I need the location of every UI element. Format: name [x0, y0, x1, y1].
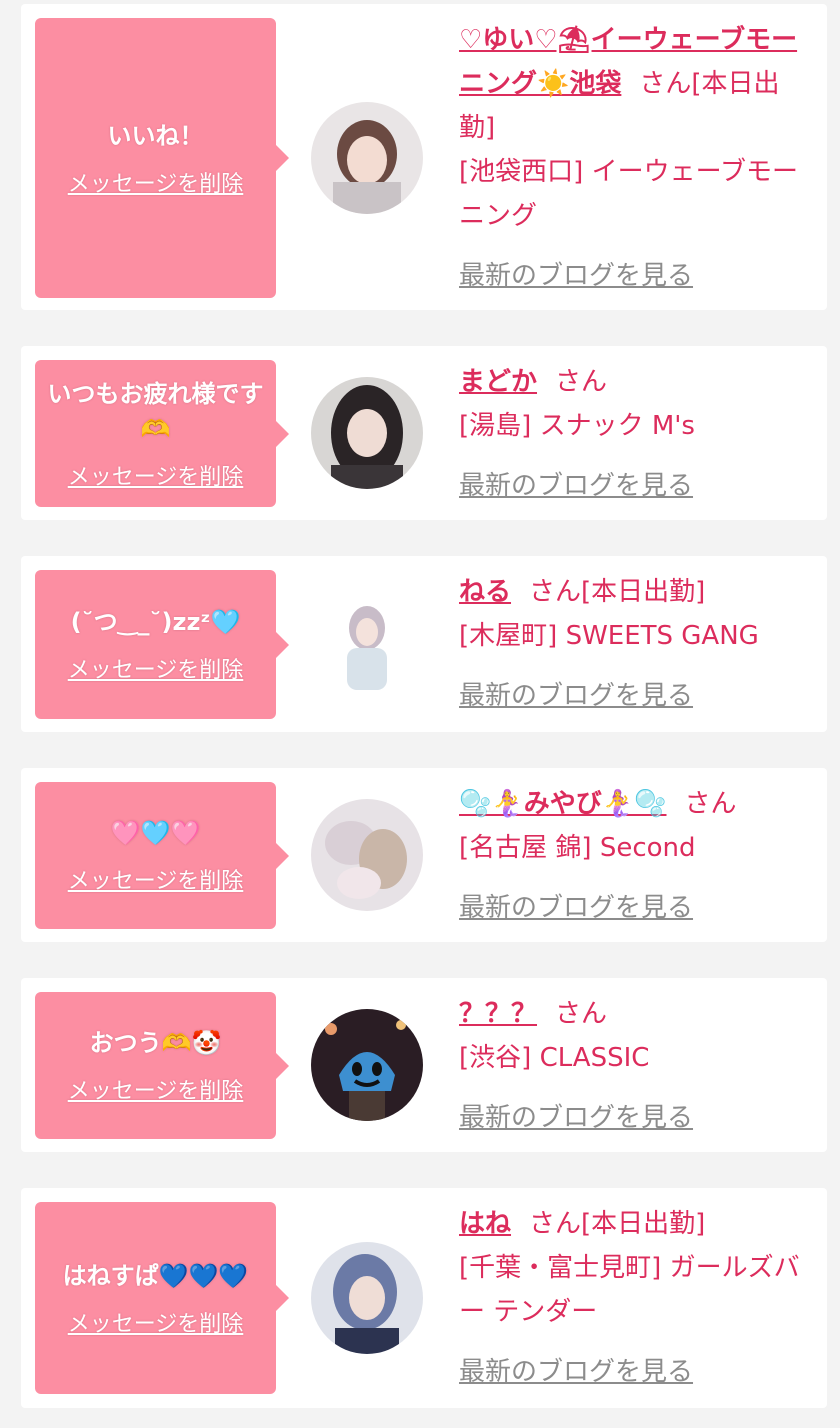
delete-message-link[interactable]: メッセージを削除: [68, 459, 244, 491]
message-card: いいね！ メッセージを削除 ♡ゆい♡⛱イーウェーブモーニング☀️池袋 さん[本日出…: [21, 4, 827, 310]
avatar[interactable]: [311, 799, 423, 911]
delete-message-link[interactable]: メッセージを削除: [68, 863, 244, 895]
avatar[interactable]: [311, 1242, 423, 1354]
girl-name-link[interactable]: まどか: [459, 367, 537, 397]
area-label: [池袋西口]: [459, 157, 584, 187]
honorific: さん: [555, 367, 608, 397]
message-bubble: はねすぱ💙💙💙 メッセージを削除: [35, 1202, 289, 1394]
avatar[interactable]: [311, 102, 423, 214]
avatar[interactable]: [311, 588, 423, 700]
attendance-status: [本日出勤]: [581, 577, 706, 607]
area-label: [千葉・富士見町]: [459, 1253, 662, 1283]
delete-message-link[interactable]: メッセージを削除: [68, 1306, 244, 1338]
message-text: おつう🫶🤡: [89, 1029, 222, 1057]
shop-name: SWEETS GANG: [565, 621, 759, 651]
shop-name: スナック M's: [539, 411, 695, 441]
latest-blog-link[interactable]: 最新のブログを見る: [459, 1096, 693, 1140]
message-bubble: おつう🫶🤡 メッセージを削除: [35, 992, 289, 1139]
girl-info: 🫧🧜‍♀️みやび🧜‍♀️🫧 さん [名古屋 錦] Second 最新のブログを見る: [459, 782, 804, 930]
honorific: さん: [639, 69, 692, 99]
girl-info: ねる さん[本日出勤] [木屋町] SWEETS GANG 最新のブログを見る: [459, 570, 804, 718]
message-card: 🩷🩵🩷 メッセージを削除 🫧🧜‍♀️みやび🧜‍♀️🫧 さん [名古屋 錦] Sec…: [21, 768, 827, 942]
latest-blog-link[interactable]: 最新のブログを見る: [459, 674, 693, 718]
girl-name-link[interactable]: ？？？: [459, 999, 537, 1029]
girl-info: ？？？ さん [渋谷] CLASSIC 最新のブログを見る: [459, 992, 804, 1140]
message-card: (˘つ‿_˘)zzᶻ🩵 メッセージを削除 ねる さん[本日出勤] [木屋町] SW…: [21, 556, 827, 732]
delete-message-link[interactable]: メッセージを削除: [68, 166, 244, 198]
message-card: いつもお疲れ様です🫶 メッセージを削除 まどか さん [湯島] スナック M's …: [21, 346, 827, 520]
message-text: いいね！: [107, 121, 204, 150]
delete-message-link[interactable]: メッセージを削除: [68, 1073, 244, 1105]
area-label: [木屋町]: [459, 621, 558, 651]
girl-info: ♡ゆい♡⛱イーウェーブモーニング☀️池袋 さん[本日出勤] [池袋西口] イーウェ…: [459, 18, 804, 298]
honorific: さん: [555, 999, 608, 1029]
message-text: はねすぱ💙💙💙: [62, 1261, 249, 1290]
girl-info: はね さん[本日出勤] [千葉・富士見町] ガールズバー テンダー 最新のブログを…: [459, 1202, 804, 1394]
honorific: さん: [529, 577, 582, 607]
attendance-status: [本日出勤]: [581, 1209, 706, 1239]
latest-blog-link[interactable]: 最新のブログを見る: [459, 886, 693, 930]
message-card: はねすぱ💙💙💙 メッセージを削除 はね さん[本日出勤] [千葉・富士見町] ガー…: [21, 1188, 827, 1408]
message-list: いいね！ メッセージを削除 ♡ゆい♡⛱イーウェーブモーニング☀️池袋 さん[本日出…: [0, 0, 840, 1428]
message-text: (˘つ‿_˘)zzᶻ🩵: [70, 608, 241, 636]
area-label: [湯島]: [459, 411, 532, 441]
message-text: 🩷🩵🩷: [110, 819, 201, 847]
latest-blog-link[interactable]: 最新のブログを見る: [459, 1350, 693, 1394]
girl-name-link[interactable]: 🫧🧜‍♀️みやび🧜‍♀️🫧: [459, 789, 667, 819]
avatar[interactable]: [311, 1009, 423, 1121]
area-label: [渋谷]: [459, 1043, 532, 1073]
girl-name-link[interactable]: ねる: [459, 577, 511, 607]
area-label: [名古屋 錦]: [459, 833, 592, 863]
latest-blog-link[interactable]: 最新のブログを見る: [459, 254, 693, 298]
message-bubble: 🩷🩵🩷 メッセージを削除: [35, 782, 289, 929]
shop-name: Second: [599, 833, 696, 863]
message-text: いつもお疲れ様です🫶: [47, 379, 264, 443]
message-bubble: いいね！ メッセージを削除: [35, 18, 289, 298]
delete-message-link[interactable]: メッセージを削除: [68, 652, 244, 684]
message-bubble: (˘つ‿_˘)zzᶻ🩵 メッセージを削除: [35, 570, 289, 719]
avatar[interactable]: [311, 377, 423, 489]
message-card: おつう🫶🤡 メッセージを削除 ？？？ さん [渋谷] CLASSIC 最新のブログ…: [21, 978, 827, 1152]
shop-name: CLASSIC: [539, 1043, 650, 1073]
girl-info: まどか さん [湯島] スナック M's 最新のブログを見る: [459, 360, 804, 508]
honorific: さん: [684, 789, 737, 819]
girl-name-link[interactable]: はね: [459, 1209, 511, 1239]
honorific: さん: [529, 1209, 582, 1239]
latest-blog-link[interactable]: 最新のブログを見る: [459, 464, 693, 508]
message-bubble: いつもお疲れ様です🫶 メッセージを削除: [35, 360, 289, 507]
